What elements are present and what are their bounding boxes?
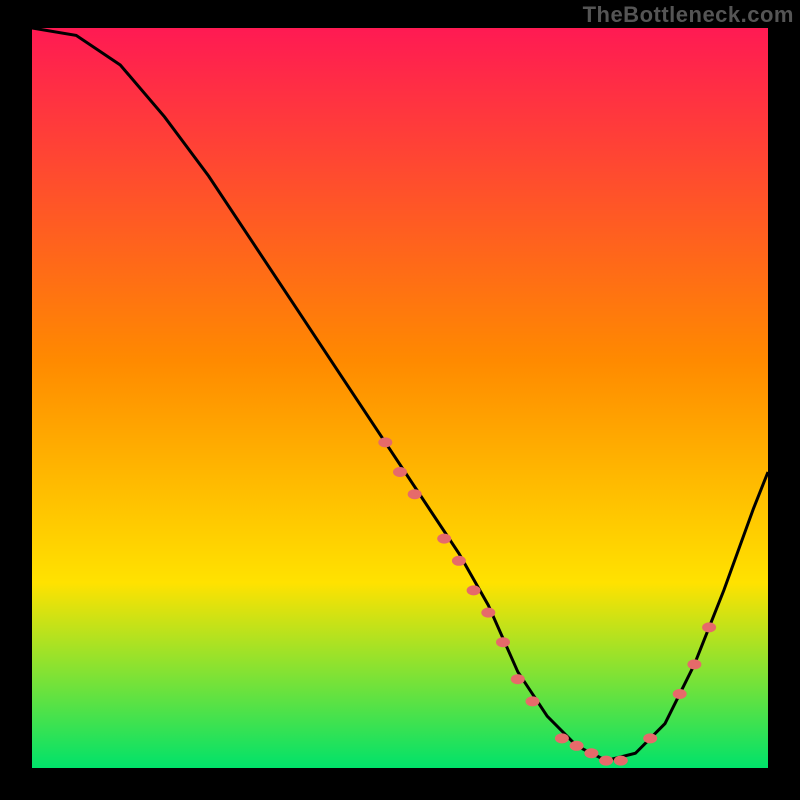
marker-point: [673, 689, 687, 699]
marker-point: [378, 437, 392, 447]
chart-svg: [32, 28, 768, 768]
marker-point: [599, 756, 613, 766]
marker-point: [437, 534, 451, 544]
marker-point: [687, 659, 701, 669]
marker-point: [481, 608, 495, 618]
plot-area: [32, 28, 768, 768]
marker-point: [584, 748, 598, 758]
marker-point: [702, 622, 716, 632]
marker-point: [555, 733, 569, 743]
chart-frame: TheBottleneck.com: [0, 0, 800, 800]
marker-point: [643, 733, 657, 743]
marker-point: [393, 467, 407, 477]
marker-point: [496, 637, 510, 647]
marker-point: [526, 696, 540, 706]
marker-point: [452, 556, 466, 566]
marker-point: [570, 741, 584, 751]
marker-point: [614, 756, 628, 766]
marker-point: [408, 489, 422, 499]
marker-point: [511, 674, 525, 684]
marker-point: [467, 585, 481, 595]
gradient-background: [32, 28, 768, 768]
watermark-text: TheBottleneck.com: [583, 2, 794, 28]
